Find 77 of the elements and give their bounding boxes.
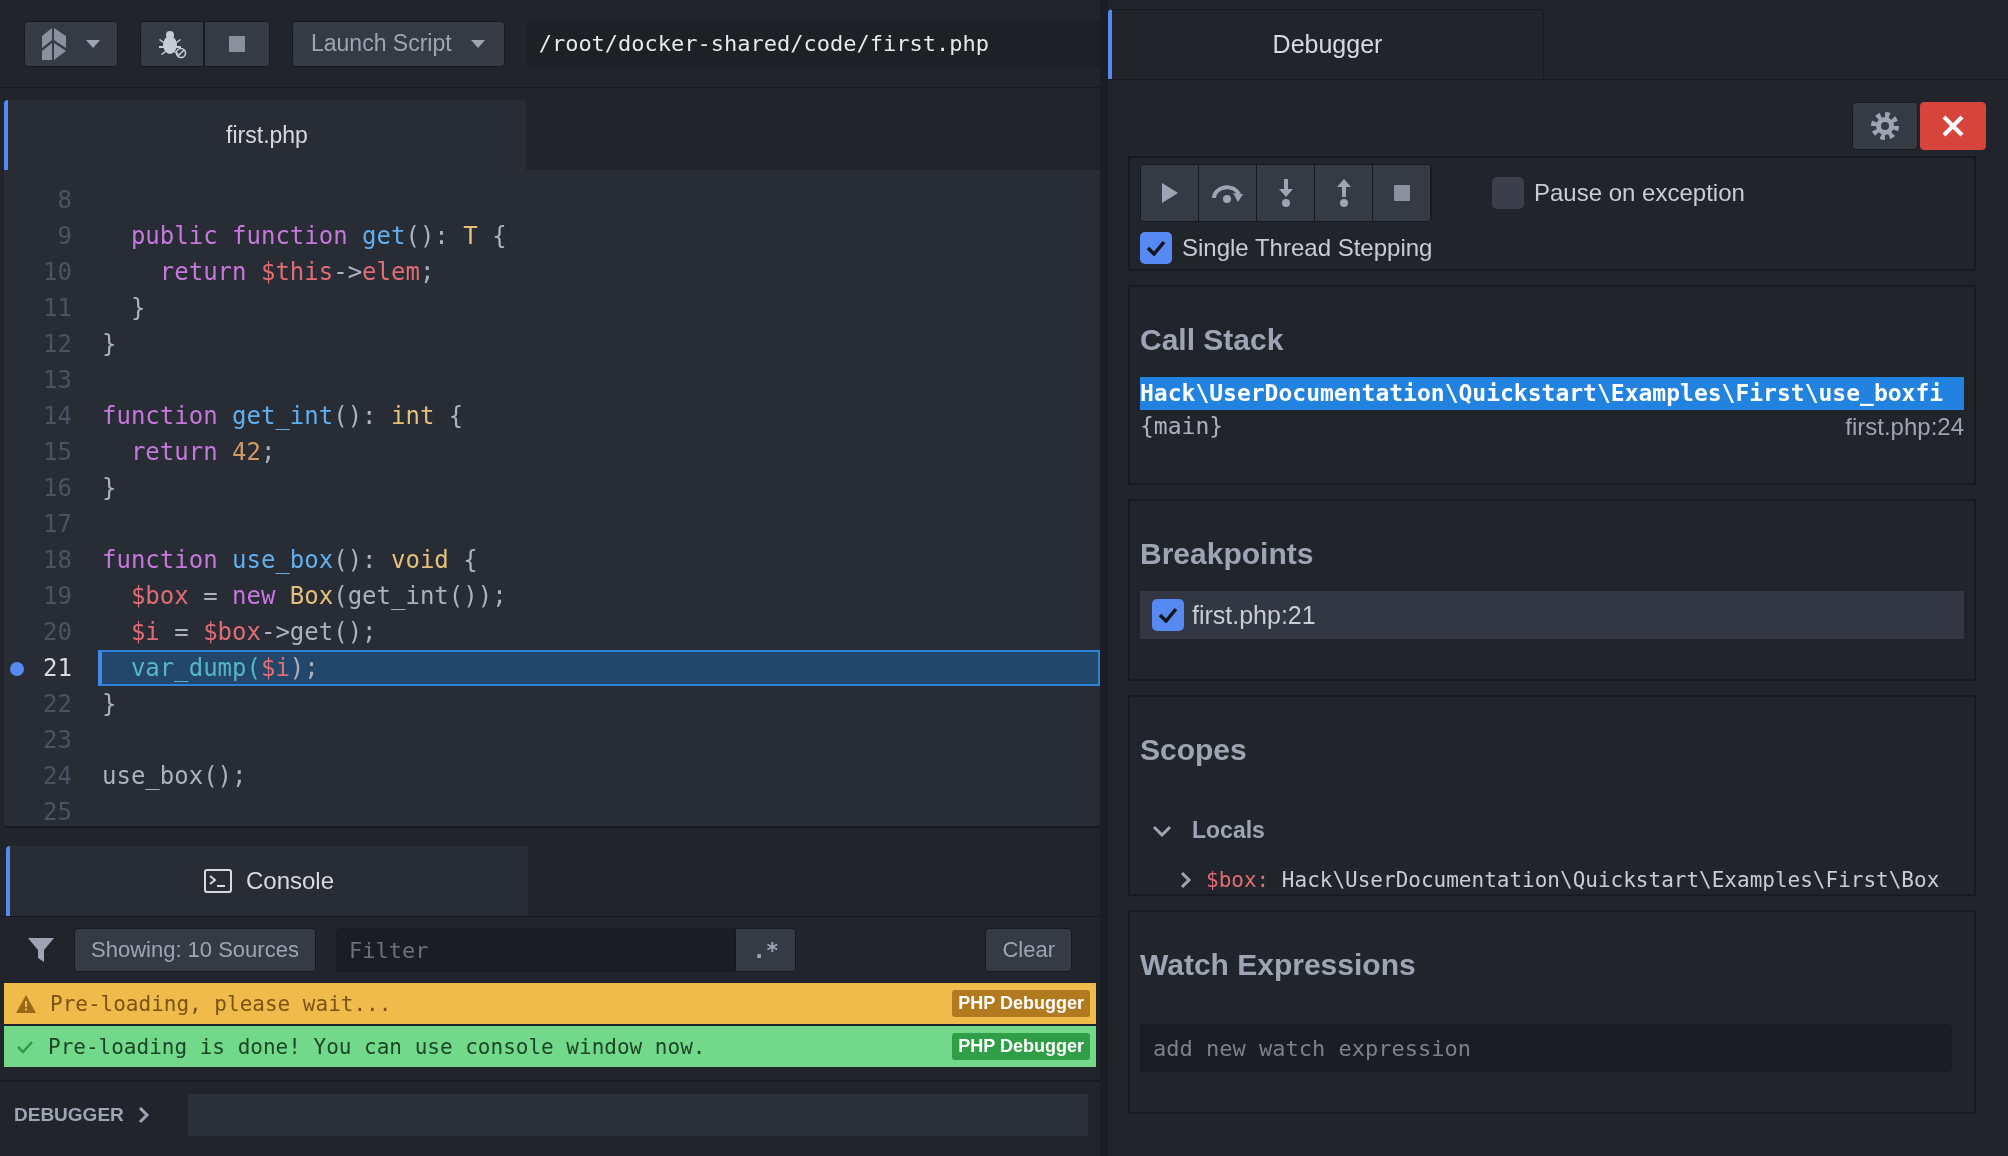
checkbox[interactable] bbox=[1152, 599, 1184, 631]
checkbox-label: Pause on exception bbox=[1534, 178, 1745, 207]
section-title: Call Stack bbox=[1140, 323, 1285, 357]
code-line: } bbox=[102, 689, 118, 720]
console-tab-background[interactable]: Console bbox=[6, 846, 528, 916]
checkbox[interactable] bbox=[1492, 176, 1524, 209]
step-over-icon[interactable] bbox=[1210, 182, 1245, 203]
source-badge: PHP Debugger bbox=[952, 1033, 1090, 1060]
step-over-button[interactable] bbox=[1199, 164, 1257, 221]
close-button[interactable] bbox=[1920, 102, 1986, 150]
filter-field[interactable]: Filter bbox=[335, 928, 736, 972]
clear-button[interactable]: Clear bbox=[985, 928, 1072, 972]
message-text: Pre-loading, please wait... bbox=[50, 991, 392, 1016]
checkbox-label: Single Thread Stepping bbox=[1182, 233, 1433, 262]
code-line: use_box(); bbox=[102, 761, 248, 792]
play-icon[interactable] bbox=[1161, 182, 1178, 203]
source-badge: PHP Debugger bbox=[952, 990, 1090, 1017]
step-out-icon[interactable] bbox=[1335, 178, 1352, 207]
frame-location: first.php:24 bbox=[1845, 412, 1964, 441]
step-out-button[interactable] bbox=[1315, 164, 1373, 221]
checkmark-icon bbox=[1158, 607, 1178, 623]
checkmark-icon bbox=[1146, 239, 1166, 256]
stop-icon[interactable] bbox=[229, 35, 245, 52]
stop-icon[interactable] bbox=[1393, 184, 1410, 201]
line-number: 21 bbox=[43, 653, 72, 684]
check-icon bbox=[16, 1039, 34, 1054]
message-text: Pre-loading is done! You can use console window now. bbox=[48, 1034, 706, 1059]
breakpoint-label: first.php:21 bbox=[1192, 600, 1316, 630]
frame-function: {main} bbox=[1140, 412, 1224, 441]
section-title: Breakpoints bbox=[1140, 537, 1315, 571]
code-line: $box = new Box(get_int()); bbox=[129, 581, 508, 612]
continue-button[interactable] bbox=[1141, 164, 1199, 221]
logo-icon bbox=[41, 26, 67, 61]
path-field[interactable]: /root/docker-shared/code/first.php bbox=[526, 20, 1100, 67]
code-line: function use_box(): void { bbox=[102, 545, 479, 576]
debug-button[interactable] bbox=[140, 20, 204, 67]
file-tab[interactable]: first.php bbox=[4, 100, 526, 170]
stop-button[interactable] bbox=[1373, 164, 1431, 221]
launch-dropdown[interactable]: Launch Script bbox=[292, 20, 505, 67]
warning-icon bbox=[16, 994, 36, 1013]
section-title: Scopes bbox=[1140, 733, 1248, 767]
code-line: return $this->elem; bbox=[158, 257, 436, 288]
filter-icon[interactable] bbox=[28, 937, 54, 963]
terminal-icon bbox=[203, 869, 232, 893]
code-line: return 42; bbox=[129, 437, 277, 468]
close-icon[interactable] bbox=[1941, 114, 1965, 138]
code-line: public function get(): T { bbox=[129, 221, 508, 252]
scope-variable[interactable]: $box: Hack\UserDocumentation\Quickstart\Examples\First\Box bbox=[1206, 868, 1940, 892]
code-line: $i = $box->get(); bbox=[129, 617, 378, 648]
chevron-right-icon[interactable] bbox=[1180, 871, 1192, 889]
step-into-button[interactable] bbox=[1257, 164, 1315, 221]
settings-icon[interactable] bbox=[1870, 111, 1900, 141]
section-title: Watch Expressions bbox=[1140, 948, 1417, 982]
code-line: } bbox=[129, 293, 147, 324]
stop-button[interactable] bbox=[204, 20, 270, 67]
panel-label: DEBUGGER bbox=[14, 1104, 124, 1126]
code-line: } bbox=[102, 473, 118, 504]
breakpoint-row[interactable]: first.php:21 bbox=[1140, 591, 1964, 639]
watch-expression-field[interactable]: add new watch expression bbox=[1140, 1024, 1952, 1072]
settings-button[interactable] bbox=[1852, 102, 1918, 150]
sources-button[interactable]: Showing: 10 Sources bbox=[74, 928, 316, 972]
breakpoint-dot[interactable] bbox=[10, 662, 24, 676]
stack-frame[interactable]: {main} first.php:24 bbox=[1140, 410, 1964, 443]
bug-icon[interactable] bbox=[157, 28, 187, 59]
code-line: } bbox=[102, 329, 118, 360]
chevron-right-icon[interactable] bbox=[137, 1106, 150, 1124]
caret-icon bbox=[85, 38, 101, 49]
chevron-down-icon[interactable] bbox=[1152, 824, 1172, 837]
debugger-tab[interactable]: Debugger bbox=[1108, 9, 1544, 79]
console-tab-label[interactable]: Console bbox=[245, 867, 335, 895]
step-into-icon[interactable] bbox=[1277, 178, 1294, 207]
code-line: function get_int(): int { bbox=[102, 401, 465, 432]
project-button[interactable] bbox=[24, 20, 118, 67]
checkbox[interactable] bbox=[1140, 231, 1172, 264]
caret-icon bbox=[469, 38, 486, 49]
scope-label[interactable]: Locals bbox=[1192, 817, 1265, 844]
regex-toggle[interactable]: .* bbox=[735, 928, 796, 972]
